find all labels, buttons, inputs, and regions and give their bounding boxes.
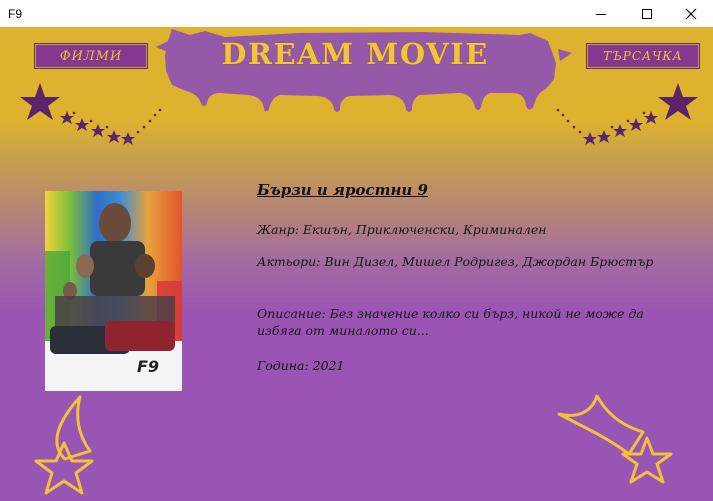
poster-logo-text: F9 [137, 357, 159, 376]
brand-logo: DREAM MOVIE [221, 37, 489, 71]
minimize-button[interactable] [578, 0, 624, 27]
movie-genre: Жанр: Екшън, Приключенски, Криминален [257, 222, 547, 237]
maximize-icon [642, 8, 652, 19]
shooting-star-right-icon [557, 394, 673, 484]
movie-poster[interactable]: F9 [45, 191, 182, 391]
maximize-button[interactable] [624, 0, 670, 27]
close-icon [685, 8, 697, 19]
main-content: DREAM MOVIE ФИЛМИ ТЪРСАЧКА F9 Бързи и яр… [0, 27, 713, 501]
movie-title: Бързи и яростни 9 [257, 181, 428, 199]
close-button[interactable] [668, 0, 713, 27]
movie-actors: Актьори: Вин Дизел, Мишел Родригез, Джор… [257, 254, 654, 269]
app-window: F9 DREAM MOVIE ФИЛМИ ТЪРСАЧКА F9 Бързи и… [0, 0, 713, 501]
nav-films-button[interactable]: ФИЛМИ [35, 44, 147, 68]
nav-search-button[interactable]: ТЪРСАЧКА [587, 44, 699, 68]
movie-year: Година: 2021 [257, 358, 345, 373]
title-bar: F9 [0, 0, 713, 27]
window-title: F9 [8, 6, 23, 21]
minimize-icon [596, 13, 606, 15]
poster-image: F9 [45, 191, 182, 391]
shooting-star-left-icon [34, 395, 94, 495]
movie-description: Описание: Без значение колко си бърз, ни… [257, 306, 644, 338]
